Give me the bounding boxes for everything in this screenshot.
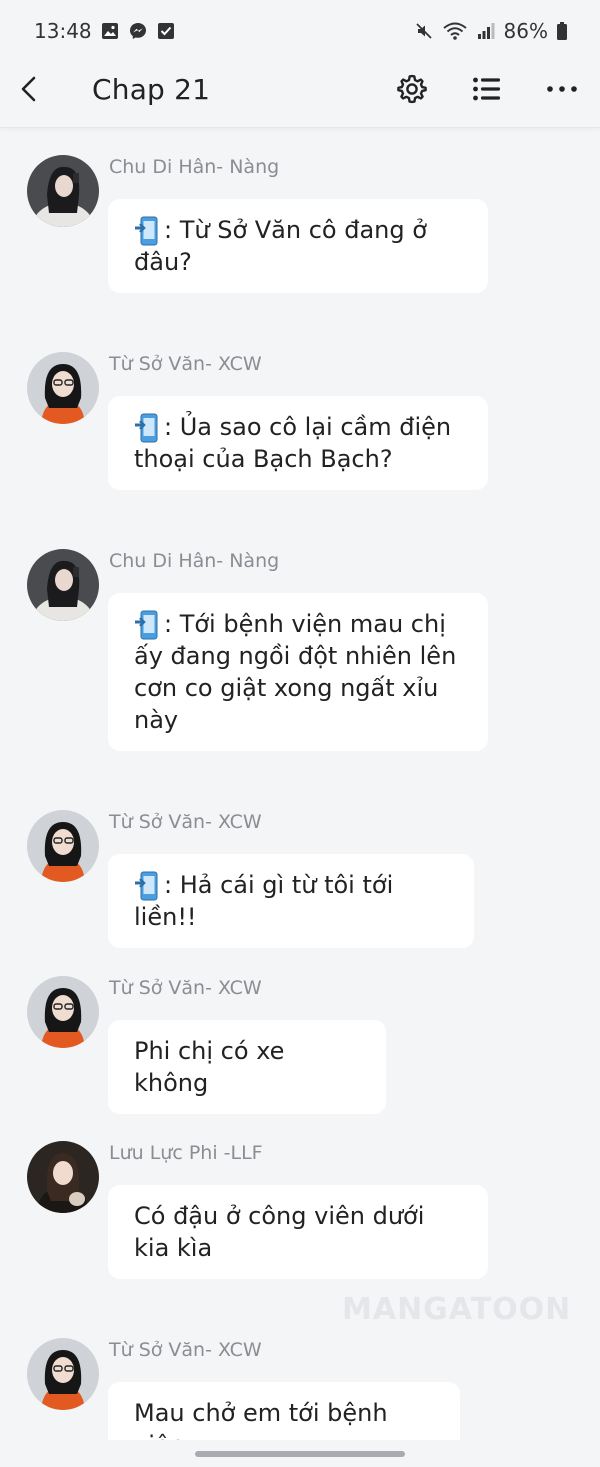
list-icon[interactable] (470, 72, 504, 106)
sender-name: Lưu Lực Phi -LLF (109, 1142, 263, 1164)
sender-name: Từ Sở Văn- XCW (109, 811, 262, 833)
message-bubble[interactable]: Có đậu ở công viên dưới kia kìa (108, 1185, 488, 1279)
sender-name: Chu Di Hân- Nàng (109, 156, 280, 178)
avatar[interactable] (27, 352, 99, 424)
mute-icon (414, 21, 434, 41)
home-indicator[interactable] (195, 1451, 405, 1457)
back-arrow-icon[interactable] (14, 74, 44, 104)
phone-incoming-icon (134, 214, 160, 246)
app-header: Chap 21 (0, 62, 600, 128)
message-bubble[interactable]: Mau chở em tới bệnh viện (108, 1382, 460, 1440)
message-text: : Tới bệnh viện mau chị ấy đang ngồi đột… (134, 610, 457, 734)
phone-incoming-icon (134, 608, 160, 640)
status-time: 13:48 (34, 19, 92, 43)
checkbox-icon (156, 21, 176, 41)
sender-name: Từ Sở Văn- XCW (109, 1339, 262, 1361)
sender-name: Từ Sở Văn- XCW (109, 977, 262, 999)
battery-percent: 86% (503, 19, 548, 43)
more-dots-icon[interactable] (545, 72, 579, 106)
message-bubble[interactable]: : Hả cái gì từ tôi tới liền!! (108, 854, 474, 948)
avatar[interactable] (27, 549, 99, 621)
sender-name: Từ Sở Văn- XCW (109, 353, 262, 375)
gallery-icon (100, 21, 120, 41)
avatar[interactable] (27, 155, 99, 227)
message-text: : Hả cái gì từ tôi tới liền!! (134, 871, 394, 931)
message-feed[interactable]: Chu Di Hân- Nàng : Từ Sở Văn cô đang ở đ… (0, 128, 600, 1440)
avatar[interactable] (27, 1338, 99, 1410)
status-right: 86% (414, 19, 568, 43)
page-title: Chap 21 (92, 73, 211, 106)
avatar[interactable] (27, 810, 99, 882)
message-text: Có đậu ở công viên dưới kia kìa (134, 1202, 425, 1262)
watermark: MANGATOON (342, 1292, 572, 1327)
message-bubble[interactable]: Phi chị có xe không (108, 1020, 386, 1114)
message-text: : Ủa sao cô lại cầm điện thoại của Bạch … (134, 413, 452, 473)
message-text: Mau chở em tới bệnh viện (134, 1399, 388, 1440)
status-bar: 13:48 86% (0, 0, 600, 62)
phone-incoming-icon (134, 869, 160, 901)
status-left: 13:48 (34, 19, 176, 43)
wifi-icon (442, 21, 468, 41)
message-bubble[interactable]: : Từ Sở Văn cô đang ở đâu? (108, 199, 488, 293)
message-bubble[interactable]: : Tới bệnh viện mau chị ấy đang ngồi đột… (108, 593, 488, 751)
avatar[interactable] (27, 976, 99, 1048)
signal-icon (476, 21, 496, 41)
avatar[interactable] (27, 1141, 99, 1213)
message-text: : Từ Sở Văn cô đang ở đâu? (134, 216, 427, 276)
message-text: Phi chị có xe không (134, 1037, 285, 1097)
message-bubble[interactable]: : Ủa sao cô lại cầm điện thoại của Bạch … (108, 396, 488, 490)
messenger-icon (128, 21, 148, 41)
gear-icon[interactable] (395, 72, 429, 106)
phone-incoming-icon (134, 411, 160, 443)
battery-icon (556, 21, 568, 41)
sender-name: Chu Di Hân- Nàng (109, 550, 280, 572)
